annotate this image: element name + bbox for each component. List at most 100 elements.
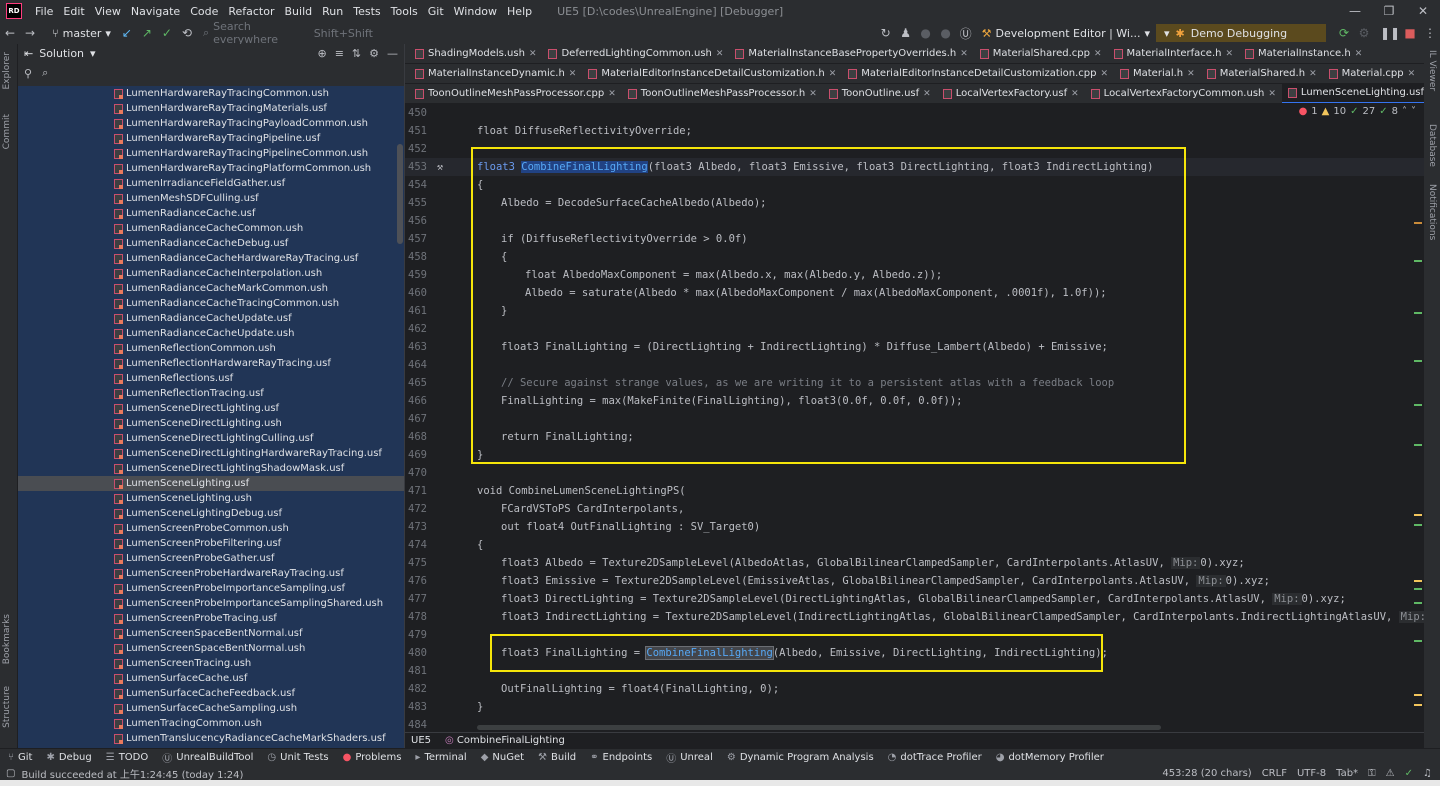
- line-ending[interactable]: CRLF: [1262, 768, 1287, 779]
- tree-file-item[interactable]: LumenRadianceCacheUpdate.usf: [18, 311, 404, 326]
- run-unreal-icon[interactable]: ●: [916, 23, 936, 43]
- close-tab-icon[interactable]: ✕: [608, 89, 616, 99]
- tree-file-item[interactable]: LumenSurfaceCacheFeedback.usf: [18, 686, 404, 701]
- tree-file-item[interactable]: LumenRadianceCacheUpdate.ush: [18, 326, 404, 341]
- search-everywhere[interactable]: ⌕ Search everywhere Shift+Shift: [203, 20, 373, 46]
- tree-file-item[interactable]: LumenHardwareRayTracingPlatformCommon.us…: [18, 161, 404, 176]
- editor-tab[interactable]: DeferredLightingCommon.ush ✕: [542, 44, 729, 63]
- refresh-icon[interactable]: ↻: [876, 23, 896, 43]
- stop-icon[interactable]: ■: [1400, 23, 1420, 43]
- tree-file-item[interactable]: LumenRadianceCacheInterpolation.ush: [18, 266, 404, 281]
- tree-file-item[interactable]: LumenRadianceCacheMarkCommon.ush: [18, 281, 404, 296]
- tree-file-item[interactable]: LumenSurfaceCache.usf: [18, 671, 404, 686]
- close-tab-icon[interactable]: ✕: [1355, 49, 1363, 59]
- tool-endpoints[interactable]: ⚭ Endpoints: [590, 752, 652, 763]
- close-tab-icon[interactable]: ✕: [569, 69, 577, 79]
- close-tab-icon[interactable]: ✕: [1187, 69, 1195, 79]
- error-stripe[interactable]: [1410, 104, 1424, 732]
- notifications-tab[interactable]: Notifications: [1427, 184, 1437, 240]
- editor-tab[interactable]: LocalVertexFactory.usf ✕: [937, 84, 1085, 103]
- close-tab-icon[interactable]: ✕: [716, 49, 724, 59]
- breadcrumb-project[interactable]: UE5: [411, 735, 431, 746]
- tree-file-item[interactable]: LumenScreenProbeGather.usf: [18, 551, 404, 566]
- tool-todo[interactable]: ☰ TODO: [106, 752, 149, 763]
- debug-config-selector[interactable]: ▾ ✱ Demo Debugging: [1156, 24, 1326, 42]
- debug-unreal-icon[interactable]: ●: [936, 23, 956, 43]
- settings-icon[interactable]: ⚙: [1354, 23, 1374, 43]
- il-viewer-tab[interactable]: IL Viewer: [1427, 50, 1437, 91]
- tree-file-item[interactable]: LumenSceneDirectLightingCulling.usf: [18, 431, 404, 446]
- tree-file-item[interactable]: LumenSurfaceCacheSampling.ush: [18, 701, 404, 716]
- branch-selector[interactable]: ⑂ master ▾: [46, 27, 117, 40]
- tree-file-item[interactable]: LumenHardwareRayTracingPipelineCommon.us…: [18, 146, 404, 161]
- menu-navigate[interactable]: Navigate: [126, 5, 185, 18]
- expand-all-icon[interactable]: ≡: [335, 47, 344, 60]
- update-project-icon[interactable]: ↙: [117, 23, 137, 43]
- attach-icon[interactable]: ♟: [896, 23, 916, 43]
- tree-file-item[interactable]: LumenScreenProbeImportanceSampling.usf: [18, 581, 404, 596]
- editor-tab[interactable]: LocalVertexFactoryCommon.ush ✕: [1085, 84, 1282, 103]
- editor-tab[interactable]: MaterialInstanceBasePropertyOverrides.h ✕: [729, 44, 973, 63]
- close-icon[interactable]: ✕: [1406, 0, 1440, 22]
- tool-dpa[interactable]: ⚙ Dynamic Program Analysis: [727, 752, 874, 763]
- close-tab-icon[interactable]: ✕: [923, 89, 931, 99]
- tree-file-item[interactable]: LumenTracingCommon.ush: [18, 716, 404, 731]
- tree-file-item[interactable]: LumenTranslucencyRadianceCacheMarkShader…: [18, 731, 404, 746]
- restore-icon[interactable]: ❐: [1372, 0, 1406, 22]
- caret-position[interactable]: 453:28 (20 chars): [1162, 768, 1251, 779]
- editor-tab[interactable]: LumenSceneLighting.usf✕: [1281, 84, 1424, 103]
- hammer-icon[interactable]: ⚒: [437, 162, 443, 173]
- tree-file-item[interactable]: LumenScreenProbeFiltering.usf: [18, 536, 404, 551]
- close-tab-icon[interactable]: ✕: [1100, 69, 1108, 79]
- tool-unrealbuildtool[interactable]: Ⓤ UnrealBuildTool: [162, 750, 253, 765]
- horizontal-scrollbar[interactable]: [477, 725, 1161, 730]
- editor-tab[interactable]: ShadingModels.ush ✕: [409, 44, 542, 63]
- tool-git[interactable]: ⑂ Git: [8, 752, 32, 763]
- menu-code[interactable]: Code: [185, 5, 223, 18]
- chevron-down-icon[interactable]: ▾: [90, 47, 96, 60]
- tool-terminal[interactable]: ▸ Terminal: [415, 752, 466, 763]
- close-tab-icon[interactable]: ✕: [529, 49, 537, 59]
- editor-tab[interactable]: Material.cpp ✕: [1323, 64, 1422, 83]
- tree-file-item[interactable]: LumenRadianceCache.usf: [18, 206, 404, 221]
- indent-setting[interactable]: Tab*: [1336, 768, 1358, 779]
- tool-unit-tests[interactable]: ◷ Unit Tests: [267, 752, 328, 763]
- editor-tab[interactable]: MaterialEditorInstanceDetailCustomizatio…: [582, 64, 842, 83]
- menu-window[interactable]: Window: [449, 5, 502, 18]
- editor-tab[interactable]: MaterialInstance.h ✕: [1239, 44, 1368, 63]
- menu-edit[interactable]: Edit: [58, 5, 89, 18]
- tree-file-item[interactable]: LumenScreenProbeCommon.ush: [18, 521, 404, 536]
- tree-file-item[interactable]: LumenSceneDirectLighting.usf: [18, 401, 404, 416]
- hide-icon[interactable]: —: [387, 47, 398, 60]
- more-icon[interactable]: ⋮: [1420, 23, 1440, 43]
- tool-dotmemory[interactable]: ◕ dotMemory Profiler: [996, 752, 1104, 763]
- tree-file-item[interactable]: LumenRadianceCacheCommon.ush: [18, 221, 404, 236]
- tree-file-item[interactable]: LumenHardwareRayTracingCommon.ush: [18, 86, 404, 101]
- tree-file-item[interactable]: LumenScreenProbeTracing.usf: [18, 611, 404, 626]
- status-message[interactable]: Build succeeded at 上午1:24:45 (today 1:24…: [21, 766, 243, 781]
- commit-tab[interactable]: Commit: [2, 114, 12, 149]
- minimize-icon[interactable]: —: [1338, 0, 1372, 22]
- tree-file-item[interactable]: LumenReflectionTracing.usf: [18, 386, 404, 401]
- tree-file-item[interactable]: LumenSceneDirectLightingHardwareRayTraci…: [18, 446, 404, 461]
- editor-tab[interactable]: MaterialInterface.h ✕: [1108, 44, 1239, 63]
- editor-tab[interactable]: MaterialEditorInstanceDetailCustomizatio…: [842, 64, 1114, 83]
- close-tab-icon[interactable]: ✕: [1094, 49, 1102, 59]
- pause-icon[interactable]: ❚❚: [1380, 23, 1400, 43]
- tree-file-item[interactable]: LumenScreenSpaceBentNormal.usf: [18, 626, 404, 641]
- tree-file-item[interactable]: LumenScreenProbeImportanceSamplingShared…: [18, 596, 404, 611]
- close-tab-icon[interactable]: ✕: [960, 49, 968, 59]
- tree-file-item[interactable]: LumenRadianceCacheTracingCommon.ush: [18, 296, 404, 311]
- search-icon[interactable]: ⌕: [42, 66, 48, 80]
- tree-file-item[interactable]: LumenSceneDirectLightingShadowMask.usf: [18, 461, 404, 476]
- tool-problems[interactable]: ● Problems: [343, 752, 402, 763]
- warning-icon[interactable]: ⚠: [1386, 768, 1395, 779]
- close-tab-icon[interactable]: ✕: [1225, 49, 1233, 59]
- tree-file-item[interactable]: LumenHardwareRayTracingPipeline.usf: [18, 131, 404, 146]
- menu-file[interactable]: File: [30, 5, 58, 18]
- editor-tab[interactable]: MaterialShared.h ✕: [1201, 64, 1323, 83]
- tool-unreal[interactable]: Ⓤ Unreal: [666, 750, 713, 765]
- tree-file-item[interactable]: LumenReflectionCommon.ush: [18, 341, 404, 356]
- editor-tab[interactable]: ToonOutlineMeshPassProcessor.cpp ✕: [409, 84, 622, 103]
- collapse-all-icon[interactable]: ⇅: [352, 47, 361, 60]
